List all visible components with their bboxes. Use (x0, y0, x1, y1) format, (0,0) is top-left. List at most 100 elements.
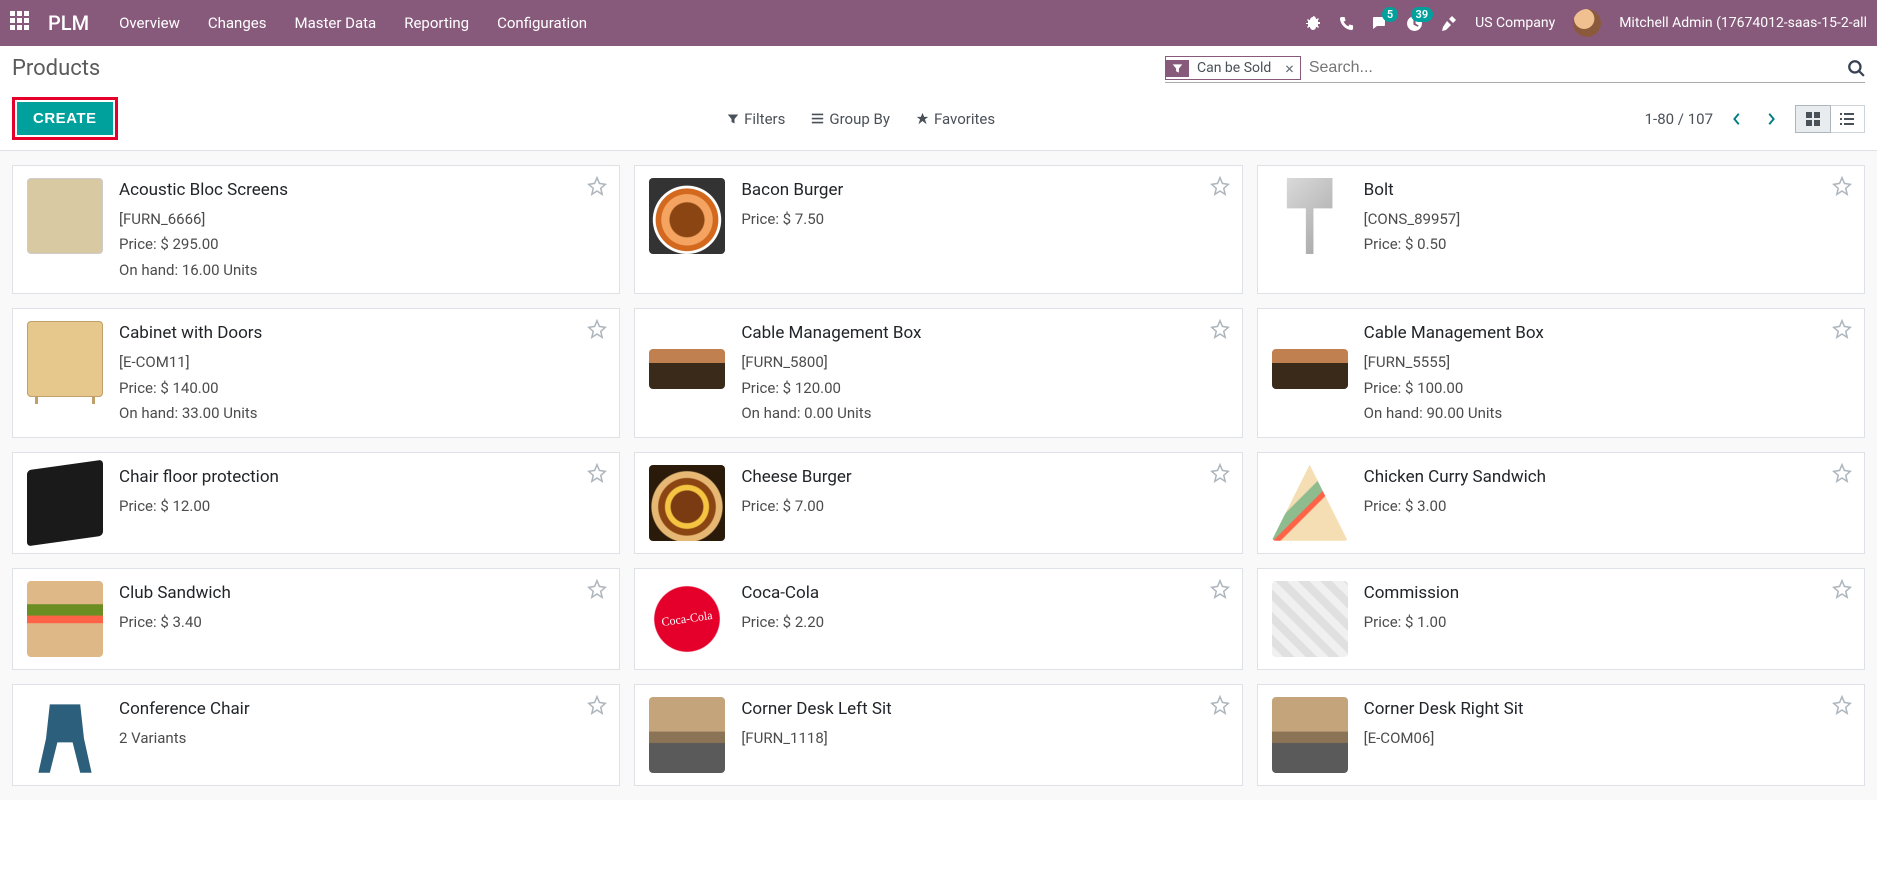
search-facet: Can be Sold × (1165, 56, 1301, 80)
product-body: Cheese BurgerPrice: $ 7.00 (741, 463, 1229, 543)
product-name: Cable Management Box (741, 319, 1229, 348)
product-price: Price: $ 0.50 (1364, 232, 1852, 258)
product-price: Price: $ 120.00 (741, 376, 1229, 402)
product-card[interactable]: CommissionPrice: $ 1.00 (1257, 568, 1865, 670)
product-code: [FURN_6666] (119, 207, 607, 233)
product-card[interactable]: Coca-ColaPrice: $ 2.20 (634, 568, 1242, 670)
product-code: [FURN_1118] (741, 726, 1229, 752)
search-icon[interactable] (1837, 59, 1865, 77)
favorite-star-icon[interactable] (1210, 463, 1230, 483)
product-body: Club SandwichPrice: $ 3.40 (119, 579, 607, 659)
product-onhand: On hand: 90.00 Units (1364, 401, 1852, 427)
nav-item-overview[interactable]: Overview (119, 14, 180, 32)
product-code: [CONS_89957] (1364, 207, 1852, 233)
product-variants: 2 Variants (119, 726, 607, 752)
company-switcher[interactable]: US Company (1475, 15, 1555, 31)
product-body: Acoustic Bloc Screens[FURN_6666]Price: $… (119, 176, 607, 283)
list-view-icon[interactable] (1830, 106, 1864, 132)
favorite-star-icon[interactable] (1210, 579, 1230, 599)
kanban-view-icon[interactable] (1795, 105, 1831, 133)
favorites-button[interactable]: Favorites (916, 110, 995, 128)
search-input[interactable] (1309, 59, 1837, 77)
favorite-star-icon[interactable] (587, 579, 607, 599)
product-price: Price: $ 140.00 (119, 376, 607, 402)
activities-icon[interactable]: 39 (1406, 15, 1423, 32)
product-card[interactable]: Cheese BurgerPrice: $ 7.00 (634, 452, 1242, 554)
product-code: [FURN_5555] (1364, 350, 1852, 376)
product-name: Commission (1364, 579, 1852, 608)
product-card[interactable]: Cable Management Box[FURN_5800]Price: $ … (634, 308, 1242, 437)
favorite-star-icon[interactable] (587, 176, 607, 196)
product-code: [FURN_5800] (741, 350, 1229, 376)
product-body: Bacon BurgerPrice: $ 7.50 (741, 176, 1229, 283)
favorite-star-icon[interactable] (1832, 463, 1852, 483)
messaging-icon[interactable]: 5 (1372, 15, 1388, 31)
tools-icon[interactable] (1441, 15, 1457, 31)
product-image (25, 463, 105, 543)
pager-text[interactable]: 1-80 / 107 (1645, 110, 1713, 128)
favorite-star-icon[interactable] (1832, 176, 1852, 196)
user-menu[interactable]: Mitchell Admin (17674012-saas-15-2-all (1619, 15, 1867, 31)
phone-icon[interactable] (1339, 16, 1354, 31)
product-card[interactable]: Chicken Curry SandwichPrice: $ 3.00 (1257, 452, 1865, 554)
facet-remove-icon[interactable]: × (1279, 59, 1300, 78)
favorite-star-icon[interactable] (1832, 319, 1852, 339)
product-price: Price: $ 100.00 (1364, 376, 1852, 402)
product-image (647, 579, 727, 659)
product-image (25, 176, 105, 256)
product-price: Price: $ 7.50 (741, 207, 1229, 233)
debug-icon[interactable] (1305, 15, 1321, 31)
product-card[interactable]: Chair floor protectionPrice: $ 12.00 (12, 452, 620, 554)
apps-icon[interactable] (10, 11, 34, 35)
avatar[interactable] (1573, 9, 1601, 37)
product-body: Cable Management Box[FURN_5800]Price: $ … (741, 319, 1229, 426)
product-name: Cheese Burger (741, 463, 1229, 492)
favorite-star-icon[interactable] (1832, 579, 1852, 599)
nav-item-reporting[interactable]: Reporting (404, 14, 469, 32)
pager-prev-icon[interactable] (1727, 112, 1747, 126)
searchbar[interactable]: Can be Sold × (1165, 56, 1865, 83)
product-card[interactable]: Acoustic Bloc Screens[FURN_6666]Price: $… (12, 165, 620, 294)
product-name: Cable Management Box (1364, 319, 1852, 348)
product-price: Price: $ 7.00 (741, 494, 1229, 520)
product-body: Corner Desk Right Sit[E-COM06] (1364, 695, 1852, 775)
product-body: Cabinet with Doors[E-COM11]Price: $ 140.… (119, 319, 607, 426)
product-name: Coca-Cola (741, 579, 1229, 608)
filters-button[interactable]: Filters (727, 110, 785, 128)
product-name: Club Sandwich (119, 579, 607, 608)
favorite-star-icon[interactable] (587, 319, 607, 339)
product-price: Price: $ 2.20 (741, 610, 1229, 636)
favorite-star-icon[interactable] (1832, 695, 1852, 715)
create-highlight: CREATE (12, 97, 118, 140)
product-card[interactable]: Corner Desk Right Sit[E-COM06] (1257, 684, 1865, 786)
favorite-star-icon[interactable] (1210, 695, 1230, 715)
favorite-star-icon[interactable] (587, 695, 607, 715)
nav-right: 5 39 US Company Mitchell Admin (17674012… (1305, 9, 1867, 37)
product-image (25, 319, 105, 399)
groupby-button[interactable]: Group By (811, 110, 890, 128)
app-brand[interactable]: PLM (48, 11, 89, 35)
product-card[interactable]: Conference Chair2 Variants (12, 684, 620, 786)
nav-menu: Overview Changes Master Data Reporting C… (119, 14, 587, 32)
favorite-star-icon[interactable] (587, 463, 607, 483)
favorite-star-icon[interactable] (1210, 176, 1230, 196)
favorite-star-icon[interactable] (1210, 319, 1230, 339)
product-name: Corner Desk Left Sit (741, 695, 1229, 724)
pager: 1-80 / 107 (1645, 105, 1865, 133)
product-card[interactable]: Corner Desk Left Sit[FURN_1118] (634, 684, 1242, 786)
create-button[interactable]: CREATE (17, 102, 113, 135)
pager-next-icon[interactable] (1761, 112, 1781, 126)
product-price: Price: $ 3.00 (1364, 494, 1852, 520)
nav-item-changes[interactable]: Changes (208, 14, 267, 32)
kanban-view: Acoustic Bloc Screens[FURN_6666]Price: $… (0, 151, 1877, 800)
product-card[interactable]: Club SandwichPrice: $ 3.40 (12, 568, 620, 670)
product-card[interactable]: Bolt[CONS_89957]Price: $ 0.50 (1257, 165, 1865, 294)
product-card[interactable]: Cable Management Box[FURN_5555]Price: $ … (1257, 308, 1865, 437)
product-name: Conference Chair (119, 695, 607, 724)
product-onhand: On hand: 16.00 Units (119, 258, 607, 284)
nav-item-master-data[interactable]: Master Data (294, 14, 376, 32)
product-card[interactable]: Bacon BurgerPrice: $ 7.50 (634, 165, 1242, 294)
nav-item-configuration[interactable]: Configuration (497, 14, 587, 32)
product-card[interactable]: Cabinet with Doors[E-COM11]Price: $ 140.… (12, 308, 620, 437)
filters-label: Filters (744, 110, 785, 128)
